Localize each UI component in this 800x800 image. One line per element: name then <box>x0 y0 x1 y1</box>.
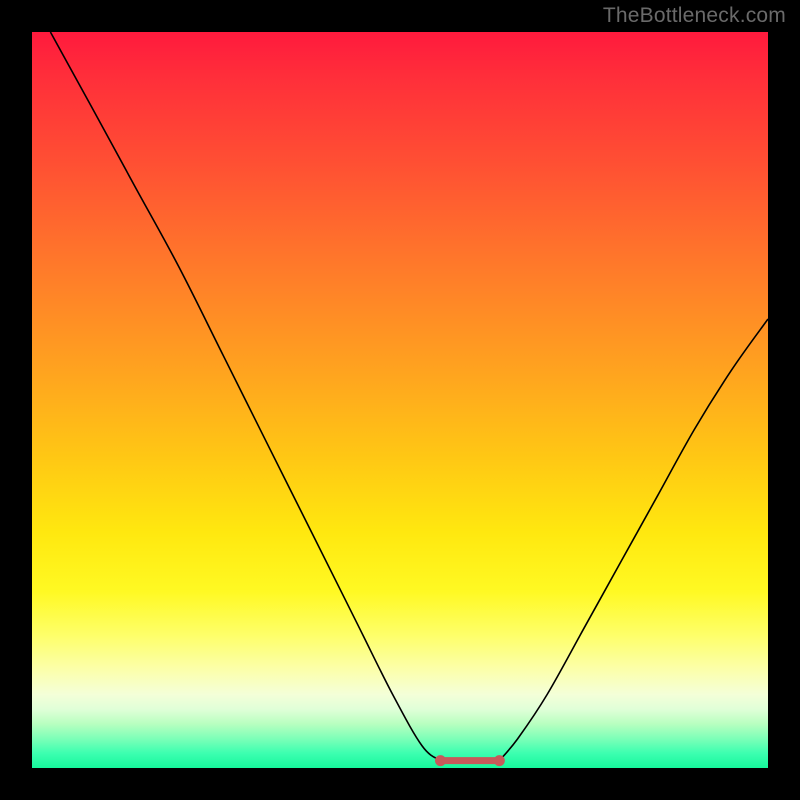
optimal-flat-dot-left <box>435 755 446 766</box>
chart-stage: TheBottleneck.com <box>0 0 800 800</box>
watermark-source: TheBottleneck.com <box>603 4 786 28</box>
plot-area <box>32 32 768 768</box>
bottleneck-curve-svg <box>32 32 768 768</box>
right-curve <box>499 319 768 761</box>
left-curve <box>50 32 440 761</box>
optimal-flat-dot-right <box>494 755 505 766</box>
